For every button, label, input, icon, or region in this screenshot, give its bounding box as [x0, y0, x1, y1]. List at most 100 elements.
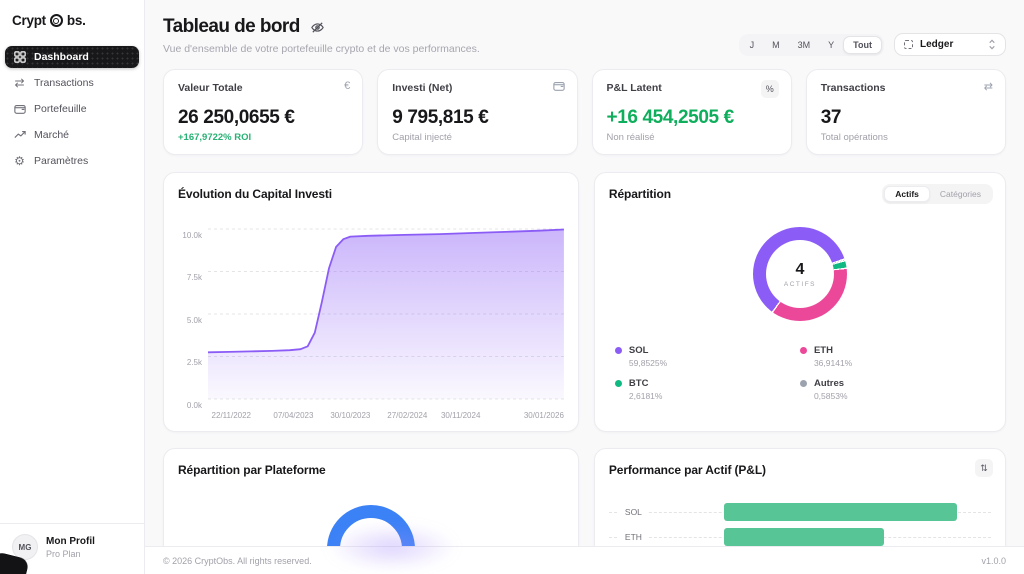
x-tick: 27/02/2024 — [387, 411, 428, 420]
legend-value: 2,6181% — [628, 391, 663, 401]
sort-icon[interactable]: ⇅ — [975, 459, 993, 477]
profile-name: Mon Profil — [46, 535, 95, 547]
stat-sub: Non réalisé — [606, 132, 655, 143]
stat-label: Investi (Net) — [392, 82, 453, 94]
stat-value: 9 795,815 € — [392, 107, 489, 128]
legend-dot — [614, 380, 622, 387]
toggle-actifs-button[interactable]: Actifs — [884, 186, 930, 202]
stat-value: +16 454,2505 € — [606, 107, 735, 128]
main-content: Tableau de bord Vue d'ensemble de votre … — [145, 0, 1024, 574]
legend-item-sol: SOL 59,8525% — [614, 345, 800, 368]
bar-eth — [723, 528, 884, 546]
stat-label: Valeur Totale — [178, 82, 243, 94]
stat-value: 26 250,0655 € — [178, 107, 295, 128]
legend-item-btc: BTC 2,6181% — [614, 378, 800, 401]
stat-card-transactions: Transactions ⇄ 37 Total opérations — [805, 69, 1006, 155]
sidebar-item-transactions[interactable]: ⇄ Transactions — [5, 72, 139, 94]
stats-row: Valeur Totale € 26 250,0655 € +167,9722%… — [163, 69, 1006, 155]
euro-icon: € — [344, 80, 351, 92]
range-j-button[interactable]: J — [741, 36, 764, 54]
range-y-button[interactable]: Y — [819, 36, 843, 54]
y-tick: 2.5k — [186, 358, 202, 367]
bar-label: ETH — [618, 532, 648, 542]
legend-label: ETH — [813, 345, 833, 356]
stat-sub: Capital injecté — [392, 132, 452, 143]
chevron-up-down-icon — [988, 39, 996, 50]
copyright-text: © 2026 CryptObs. All rights reserved. — [163, 555, 312, 566]
target-icon — [49, 14, 63, 27]
legend-label: Autres — [813, 378, 845, 389]
brand-text-post: bs. — [66, 13, 86, 28]
wallet-icon — [13, 103, 26, 115]
trending-up-icon — [13, 129, 26, 141]
legend-label: BTC — [628, 378, 649, 389]
donut-center-label: ACTIFS — [783, 280, 817, 288]
stat-label: Transactions — [820, 82, 886, 94]
time-range-group: J M 3M Y Tout — [738, 33, 884, 56]
legend-value: 0,5853% — [813, 391, 848, 401]
range-3m-button[interactable]: 3M — [789, 36, 820, 54]
y-tick: 0.0k — [186, 401, 202, 410]
x-axis: 22/11/2022 07/04/2023 30/10/2023 27/02/2… — [208, 411, 564, 423]
bar-label: SOL — [618, 507, 648, 517]
transfer-arrows-icon: ⇄ — [983, 81, 993, 93]
evolution-chart-card: Évolution du Capital Investi 10.0k 7.5k … — [163, 172, 579, 432]
toggle-categories-button[interactable]: Catégories — [930, 186, 991, 202]
stat-card-investi-net: Investi (Net) 9 795,815 € Capital inject… — [377, 69, 578, 155]
percent-icon: % — [760, 80, 779, 98]
gear-icon: ⚙ — [14, 154, 25, 168]
stat-sub: +167,9722% ROI — [178, 132, 252, 143]
bar-chart: SOL ETH — [608, 503, 991, 546]
sidebar-item-label: Portefeuille — [34, 103, 87, 115]
legend-item-eth: ETH 36,9141% — [799, 345, 985, 368]
x-tick: 30/10/2023 — [330, 411, 371, 420]
donut-center: 4 ACTIFS — [765, 240, 834, 308]
stat-value: 37 — [820, 107, 842, 128]
charts-row: Évolution du Capital Investi 10.0k 7.5k … — [163, 172, 1006, 432]
stat-card-valeur-totale: Valeur Totale € 26 250,0655 € +167,9722%… — [163, 69, 364, 155]
x-tick: 30/01/2026 — [523, 411, 564, 420]
x-tick: 07/04/2023 — [273, 411, 314, 420]
chart-title: Performance par Actif (P&L) — [608, 463, 766, 477]
legend-label: SOL — [628, 345, 649, 356]
donut-chart[interactable]: 4 ACTIFS — [752, 227, 847, 321]
range-m-button[interactable]: M — [763, 36, 789, 54]
bar-row-eth[interactable]: ETH — [608, 528, 991, 546]
wallet-select-value: Ledger — [920, 39, 954, 50]
wallet-filter-icon — [904, 40, 913, 49]
range-tout-button[interactable]: Tout — [843, 35, 882, 54]
legend-item-autres: Autres 0,5853% — [799, 378, 985, 401]
sidebar-item-label: Dashboard — [34, 51, 89, 63]
donut-center-value: 4 — [795, 260, 805, 278]
area-chart[interactable]: 10.0k 7.5k 5.0k 2.5k 0.0k — [178, 209, 564, 410]
brand-text-pre: Crypt — [12, 13, 46, 28]
repartition-toggle: Actifs Catégories — [882, 184, 993, 204]
page-header: Tableau de bord Vue d'ensemble de votre … — [145, 0, 1024, 56]
wallet-icon — [552, 80, 565, 92]
legend-value: 59,8525% — [628, 358, 668, 368]
legend-dot — [799, 347, 807, 354]
bar-sol — [723, 503, 957, 521]
page-title: Tableau de bord — [163, 16, 300, 37]
x-tick: 22/11/2022 — [211, 411, 251, 420]
grid-icon — [13, 51, 26, 63]
legend-dot — [614, 347, 622, 354]
bar-row-sol[interactable]: SOL — [608, 503, 991, 521]
wallet-select[interactable]: Ledger — [894, 33, 1006, 56]
y-tick: 5.0k — [186, 316, 202, 325]
chart-title: Répartition par Plateforme — [178, 463, 326, 477]
stat-card-pnl-latent: P&L Latent % +16 454,2505 € Non réalisé — [591, 69, 792, 155]
sidebar-item-label: Marché — [34, 129, 70, 141]
sidebar-item-portefeuille[interactable]: Portefeuille — [5, 98, 139, 120]
sidebar-item-marche[interactable]: Marché — [5, 124, 139, 146]
sidebar-item-label: Paramètres — [34, 155, 89, 167]
y-tick: 7.5k — [186, 273, 202, 282]
area-chart-svg — [208, 228, 564, 400]
sidebar-item-parametres[interactable]: ⚙ Paramètres — [5, 150, 139, 172]
brand-logo: Crypt bs. — [0, 0, 144, 38]
sidebar-item-dashboard[interactable]: Dashboard — [5, 46, 139, 68]
transfer-arrows-icon: ⇄ — [14, 76, 25, 90]
profile-plan: Pro Plan — [46, 548, 81, 559]
chart-title: Évolution du Capital Investi — [178, 187, 332, 201]
eye-off-icon[interactable] — [310, 20, 325, 35]
